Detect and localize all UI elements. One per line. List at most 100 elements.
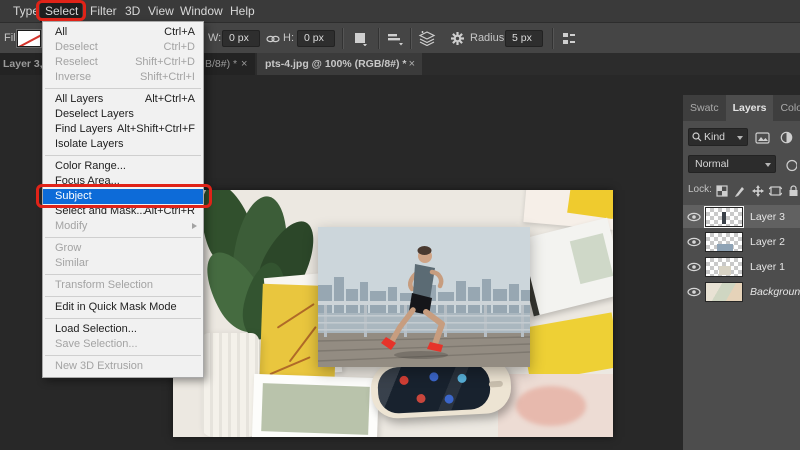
- shortcut: Ctrl+D: [163, 41, 195, 53]
- align-edges-icon[interactable]: [560, 30, 578, 47]
- menu-item-inverse: Inverse Shift+Ctrl+I: [55, 71, 195, 83]
- layer-row-background[interactable]: Background: [683, 280, 800, 303]
- menu-item-edit-quick-mask[interactable]: Edit in Quick Mask Mode: [43, 300, 203, 315]
- menu-separator: [45, 155, 201, 156]
- layer-name[interactable]: Background: [743, 286, 800, 298]
- menu-item-deselect-layers[interactable]: Deselect Layers: [43, 107, 203, 122]
- running-man-photo-layer: [318, 227, 530, 367]
- chevron-down-icon: [737, 136, 743, 140]
- photo-print: [498, 374, 613, 437]
- gear-icon[interactable]: [448, 30, 466, 47]
- doc-tab-title-fragment: B/8#) *: [205, 58, 238, 70]
- menu-item-similar: Similar: [55, 257, 89, 269]
- close-icon[interactable]: ×: [241, 53, 247, 75]
- lock-all-icon[interactable]: [786, 183, 800, 198]
- menu-item-load-selection[interactable]: Load Selection...: [43, 322, 203, 337]
- layers-panel: Swatc Layers Color Pre Kind Normal: [683, 95, 800, 450]
- layer-name[interactable]: Layer 2: [743, 236, 785, 248]
- lock-position-icon[interactable]: [750, 183, 765, 198]
- menu-item-color-range[interactable]: Color Range...: [43, 159, 203, 174]
- running-man-illustration: [318, 227, 530, 367]
- menu-separator: [45, 274, 201, 275]
- tab-color[interactable]: Color: [773, 95, 800, 121]
- menu-item-subject[interactable]: Subject: [43, 189, 203, 204]
- lock-paint-icon[interactable]: [732, 183, 747, 198]
- link-dimensions-icon[interactable]: [264, 30, 282, 47]
- blend-mode-row: Normal: [683, 155, 800, 175]
- adjustment-layer-filter-icon[interactable]: [779, 130, 794, 145]
- layer-thumbnail[interactable]: [705, 231, 743, 252]
- menu-item-isolate-layers[interactable]: Isolate Layers: [43, 137, 203, 152]
- layer-thumbnail[interactable]: [704, 205, 744, 228]
- layer-row-layer1[interactable]: Layer 1: [683, 255, 800, 278]
- menu-item-modify: Modify: [43, 219, 203, 234]
- menu-separator: [45, 318, 201, 319]
- lock-artboard-icon[interactable]: [768, 183, 783, 198]
- layer-name[interactable]: Layer 1: [743, 261, 785, 273]
- menu-item-all-layers[interactable]: All Layers Alt+Ctrl+A: [43, 92, 203, 107]
- lock-label: Lock:: [688, 184, 712, 195]
- shortcut: Shift+Ctrl+D: [135, 56, 195, 68]
- document-tab-active[interactable]: pts-4.jpg @ 100% (RGB/8#) * ×: [257, 53, 422, 75]
- menu-separator: [45, 88, 201, 89]
- options-separator: [410, 28, 411, 49]
- no-fill-swatch[interactable]: [17, 30, 41, 47]
- doc-tab-title: pts-4.jpg @ 100% (RGB/8#) *: [265, 58, 407, 70]
- options-separator: [342, 28, 343, 49]
- pixel-layer-filter-icon[interactable]: [755, 130, 770, 145]
- menu-item-all[interactable]: All Ctrl+A: [43, 25, 203, 40]
- photoshop-window: Type Select Filter 3D View Window Help F…: [0, 0, 800, 450]
- path-alignment-icon[interactable]: [386, 30, 404, 47]
- layer-row-layer2[interactable]: Layer 2: [683, 230, 800, 253]
- visibility-eye-icon[interactable]: [683, 262, 705, 272]
- menu-3d[interactable]: 3D: [125, 0, 140, 22]
- menu-view[interactable]: View: [148, 0, 174, 22]
- visibility-eye-icon[interactable]: [683, 287, 705, 297]
- layer-row-layer3[interactable]: Layer 3: [683, 205, 800, 228]
- opacity-icon: [783, 158, 798, 173]
- menu-help[interactable]: Help: [230, 0, 255, 22]
- menu-bar: Type Select Filter 3D View Window Help: [0, 0, 800, 22]
- visibility-eye-icon[interactable]: [683, 237, 705, 247]
- height-label: H:: [283, 32, 294, 44]
- white-vase: [201, 333, 259, 437]
- filter-value: Kind: [704, 131, 726, 143]
- menu-item-find-layers[interactable]: Find Layers Alt+Shift+Ctrl+F: [43, 122, 203, 137]
- path-arrangement-icon[interactable]: [418, 30, 436, 47]
- menu-type[interactable]: Type: [13, 0, 39, 22]
- menu-item-focus-area[interactable]: Focus Area...: [43, 174, 203, 189]
- radius-input[interactable]: 5 px: [505, 30, 543, 47]
- layer-thumbnail[interactable]: [705, 281, 743, 302]
- shortcut: Alt+Ctrl+R: [144, 205, 195, 217]
- options-separator: [378, 28, 379, 49]
- select-dropdown-menu: All Ctrl+A Deselect Ctrl+D Reselect Shift+C…: [42, 21, 204, 378]
- width-input[interactable]: 0 px: [222, 30, 260, 47]
- height-input[interactable]: 0 px: [297, 30, 335, 47]
- layer-filter-select[interactable]: Kind: [688, 128, 748, 146]
- layer-name[interactable]: Layer 3: [743, 211, 785, 223]
- visibility-eye-icon[interactable]: [683, 212, 705, 222]
- menu-window[interactable]: Window: [180, 0, 223, 22]
- menu-item-new-3d-extrusion: New 3D Extrusion: [55, 360, 144, 372]
- document-canvas[interactable]: [173, 190, 613, 437]
- lock-row: Lock:: [683, 182, 800, 200]
- menu-select[interactable]: Select: [45, 0, 78, 22]
- menu-item-deselect: Deselect Ctrl+D: [55, 41, 195, 53]
- shape-mode-icon[interactable]: [352, 30, 370, 47]
- shortcut: Alt+Shift+Ctrl+F: [117, 123, 195, 135]
- picture-frame: [251, 373, 380, 437]
- shortcut: Ctrl+A: [164, 26, 195, 38]
- menu-filter[interactable]: Filter: [90, 0, 117, 22]
- menu-separator: [45, 237, 201, 238]
- layer-thumbnail[interactable]: [705, 256, 743, 277]
- chevron-down-icon: [765, 163, 771, 167]
- menu-item-select-and-mask[interactable]: Select and Mask... Alt+Ctrl+R: [43, 204, 203, 219]
- close-icon[interactable]: ×: [409, 53, 415, 75]
- tab-layers[interactable]: Layers: [725, 95, 774, 121]
- menu-item-save-selection: Save Selection...: [55, 338, 138, 350]
- menu-item-transform-selection: Transform Selection: [55, 279, 154, 291]
- tab-swatches[interactable]: Swatc: [683, 95, 726, 121]
- lock-transparent-icon[interactable]: [714, 183, 729, 198]
- blend-mode-select[interactable]: Normal: [688, 155, 776, 173]
- menu-separator: [45, 355, 201, 356]
